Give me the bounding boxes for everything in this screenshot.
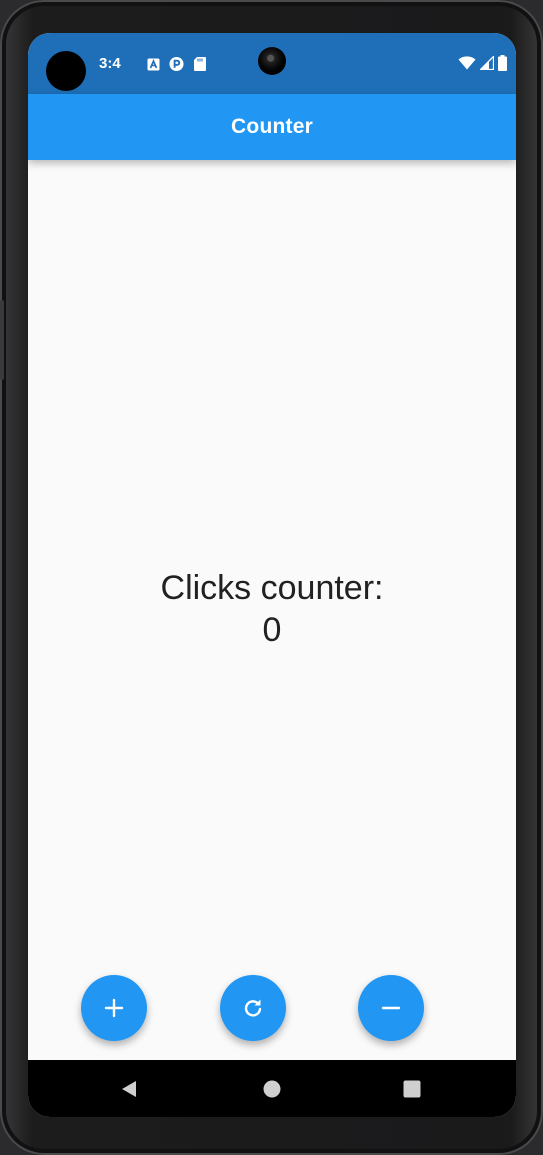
status-bar: 3:4: [28, 33, 516, 94]
notification-icons: [146, 55, 207, 73]
increment-button[interactable]: [81, 975, 147, 1041]
minus-icon: [381, 1006, 401, 1010]
sd-card-icon: [192, 57, 207, 72]
home-icon[interactable]: [263, 1080, 281, 1103]
navigation-bar: [28, 1060, 516, 1117]
app-bar: Counter: [28, 94, 516, 160]
wifi-icon: [458, 56, 476, 75]
p-icon: [169, 56, 184, 72]
recents-icon[interactable]: [403, 1080, 421, 1103]
decrement-button[interactable]: [358, 975, 424, 1041]
reset-button[interactable]: [220, 975, 286, 1041]
signal-icon: [478, 54, 495, 75]
back-icon[interactable]: [120, 1080, 138, 1103]
phone-frame: 3:4 Counter Clicks counter: 0: [0, 0, 543, 1155]
app-title: Counter: [231, 115, 313, 138]
counter-value: 0: [262, 611, 282, 649]
main-content: Clicks counter: 0: [28, 160, 516, 1060]
screen: 3:4 Counter Clicks counter: 0: [28, 33, 516, 1117]
battery-icon: [498, 55, 507, 76]
a-icon: [146, 57, 161, 72]
system-icons: [458, 54, 507, 76]
punch-hole: [46, 51, 86, 91]
plus-icon: [104, 998, 124, 1018]
status-time: 3:4: [99, 55, 121, 72]
front-camera: [258, 47, 286, 75]
counter-label: Clicks counter:: [160, 569, 384, 607]
refresh-icon: [244, 999, 262, 1017]
power-button: [0, 300, 4, 380]
